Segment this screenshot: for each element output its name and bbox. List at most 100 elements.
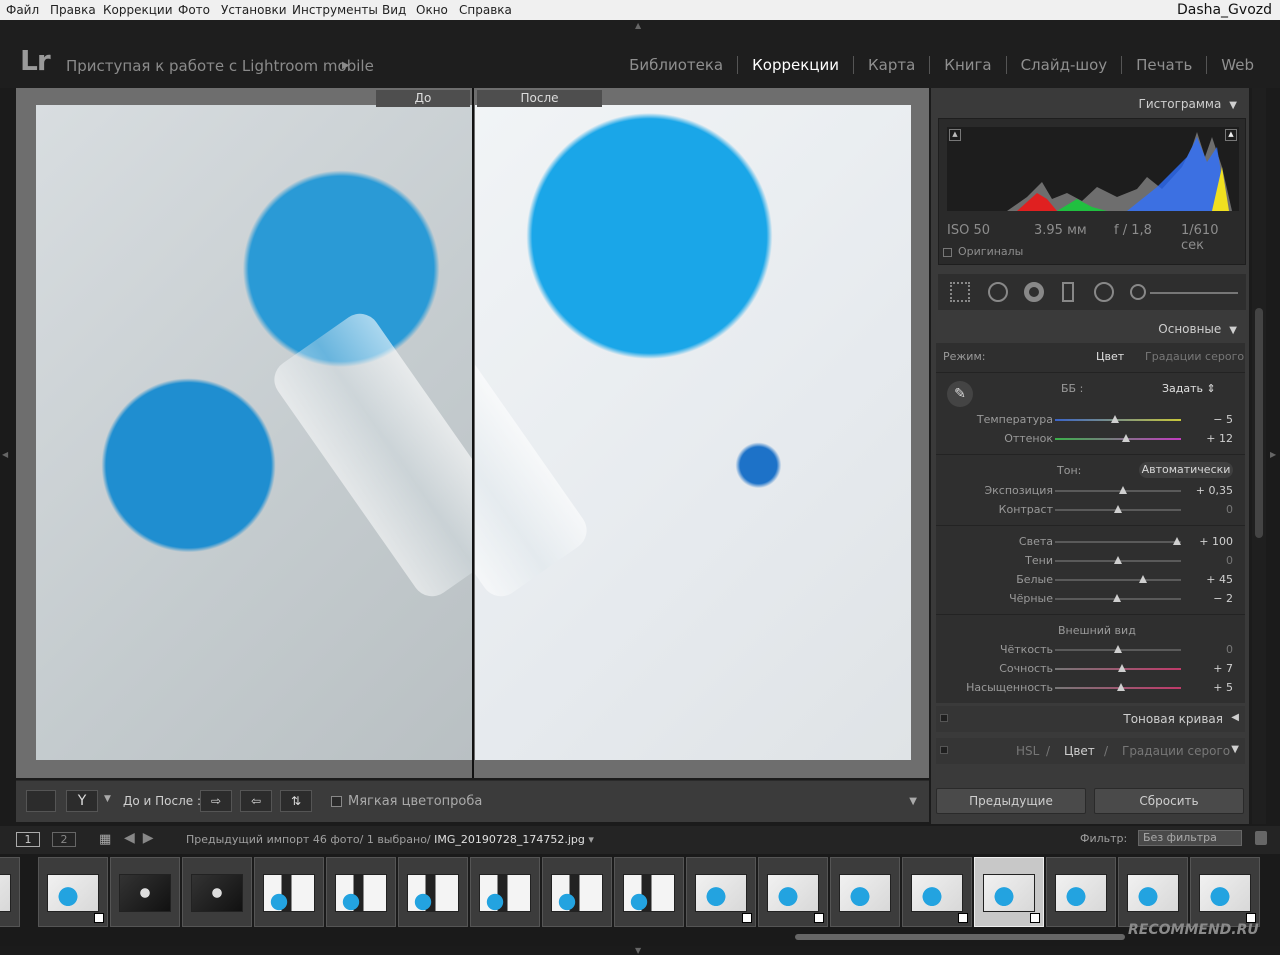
collapse-triangle-icon[interactable]: ▼ <box>1231 744 1239 755</box>
spot-removal-icon[interactable] <box>988 282 1008 302</box>
toolbar-menu-icon[interactable]: ▼ <box>909 796 917 807</box>
slider-thumb[interactable] <box>1173 537 1182 545</box>
menu-edit[interactable]: Правка <box>50 3 96 17</box>
temperature-value[interactable]: − 5 <box>1213 413 1233 426</box>
loupe-view-button[interactable] <box>26 790 56 812</box>
panel-toggle-icon[interactable] <box>940 746 948 754</box>
slider-thumb[interactable] <box>1117 664 1126 672</box>
collapse-left-arrow-icon[interactable]: ◀ <box>2 450 8 459</box>
previous-button[interactable]: Предыдущие <box>936 788 1086 814</box>
slider-thumb[interactable] <box>1121 434 1130 442</box>
view-dropdown-icon[interactable]: ▼ <box>104 794 111 804</box>
red-eye-icon[interactable] <box>1024 282 1044 302</box>
exposure-slider[interactable] <box>1055 486 1181 494</box>
hsl-tab[interactable]: HSL <box>1016 744 1039 758</box>
menu-tools[interactable]: Инструменты <box>292 3 378 17</box>
tint-slider[interactable] <box>1055 434 1181 442</box>
menu-window[interactable]: Окно <box>416 3 448 17</box>
slider-thumb[interactable] <box>1139 575 1148 583</box>
tone-curve-header[interactable]: Тоновая кривая ◀ <box>936 706 1245 732</box>
dropdown-triangle-icon[interactable]: ▾ <box>588 833 594 846</box>
eyedropper-icon[interactable]: ✎ <box>947 381 973 407</box>
treatment-gray-option[interactable]: Градации серого <box>1145 350 1244 363</box>
blacks-value[interactable]: − 2 <box>1213 592 1233 605</box>
swap-before-after-button[interactable]: ⇅ <box>280 790 312 812</box>
menu-file[interactable]: Файл <box>6 3 39 17</box>
module-develop[interactable]: Коррекции <box>738 56 853 74</box>
module-map[interactable]: Карта <box>854 56 929 74</box>
collapse-triangle-icon[interactable]: ▼ <box>1229 325 1237 336</box>
collapse-top-arrow-icon[interactable]: ▲ <box>635 21 641 30</box>
clarity-slider[interactable] <box>1055 645 1181 653</box>
clarity-value[interactable]: 0 <box>1226 643 1233 656</box>
filmstrip-source[interactable]: Предыдущий импорт 46 фото/ 1 выбрано/ IM… <box>186 833 594 846</box>
filmstrip-thumbnail-selected[interactable] <box>974 857 1044 927</box>
menu-settings[interactable]: Установки <box>221 3 287 17</box>
blacks-slider[interactable] <box>1055 594 1181 602</box>
treatment-color-option[interactable]: Цвет <box>1096 350 1124 363</box>
grayscale-tab[interactable]: Градации серого <box>1122 744 1230 758</box>
histogram-header[interactable]: Гистограмма ▼ <box>1139 97 1237 111</box>
color-tab[interactable]: Цвет <box>1064 744 1095 758</box>
saturation-value[interactable]: + 5 <box>1213 681 1233 694</box>
radial-filter-icon[interactable] <box>1094 282 1114 302</box>
basic-header[interactable]: Основные ▼ <box>1158 322 1237 336</box>
filmstrip-thumbnail[interactable] <box>1118 857 1188 927</box>
slider-thumb[interactable] <box>1114 645 1122 653</box>
contrast-slider[interactable] <box>1055 505 1181 513</box>
collapse-bottom-arrow-icon[interactable]: ▼ <box>635 946 641 955</box>
shadows-value[interactable]: 0 <box>1226 554 1233 567</box>
second-window-button[interactable]: 2 <box>52 832 76 847</box>
filmstrip-thumbnail[interactable] <box>38 857 108 927</box>
filmstrip-thumbnail[interactable] <box>830 857 900 927</box>
whites-slider[interactable] <box>1055 575 1181 583</box>
exposure-value[interactable]: + 0,35 <box>1196 484 1233 497</box>
scroll-thumb[interactable] <box>1255 308 1263 538</box>
filmstrip-thumbnail[interactable] <box>614 857 684 927</box>
grid-view-icon[interactable]: ▦ <box>99 832 111 847</box>
filter-select[interactable]: Без фильтра <box>1138 830 1242 846</box>
main-window-button[interactable]: 1 <box>16 832 40 847</box>
expand-triangle-icon[interactable]: ◀ <box>1231 712 1239 723</box>
reset-button[interactable]: Сбросить <box>1094 788 1244 814</box>
filmstrip-thumbnail[interactable] <box>1190 857 1260 927</box>
highlights-slider[interactable] <box>1055 537 1182 545</box>
auto-tone-button[interactable]: Автоматически <box>1139 462 1233 478</box>
filmstrip-thumbnail[interactable] <box>398 857 468 927</box>
show-originals-checkbox[interactable] <box>943 248 952 257</box>
whites-value[interactable]: + 45 <box>1206 573 1233 586</box>
filmstrip-thumbnail[interactable] <box>758 857 828 927</box>
hsl-header[interactable]: HSL / Цвет / Градации серого ▼ <box>936 738 1245 764</box>
menu-view[interactable]: Вид <box>382 3 406 17</box>
slider-thumb[interactable] <box>1114 556 1122 564</box>
collapse-triangle-icon[interactable]: ▼ <box>1229 100 1237 111</box>
menu-photo[interactable]: Фото <box>178 3 210 17</box>
filmstrip-thumbnail[interactable] <box>110 857 180 927</box>
highlight-clip-icon[interactable]: ▲ <box>1225 129 1237 141</box>
filmstrip-thumbnail[interactable] <box>254 857 324 927</box>
menu-develop[interactable]: Коррекции <box>103 3 173 17</box>
temperature-slider[interactable] <box>1055 415 1181 423</box>
brush-icon[interactable] <box>1130 284 1146 300</box>
slider-thumb[interactable] <box>1119 486 1128 494</box>
filmstrip-thumbnail[interactable] <box>470 857 540 927</box>
slider-thumb[interactable] <box>1111 415 1120 423</box>
graduated-filter-icon[interactable] <box>1062 282 1074 302</box>
vibrance-value[interactable]: + 7 <box>1213 662 1233 675</box>
slider-thumb[interactable] <box>1114 505 1122 513</box>
right-panel-scrollbar[interactable] <box>1252 88 1266 824</box>
filmstrip-thumbnail[interactable] <box>0 857 20 927</box>
copy-before-to-after-button[interactable]: ⇨ <box>200 790 232 812</box>
before-after-view-button[interactable]: Y <box>66 790 98 812</box>
highlights-value[interactable]: + 100 <box>1199 535 1233 548</box>
brush-size-slider[interactable] <box>1150 292 1238 294</box>
filmstrip-thumbnail[interactable] <box>542 857 612 927</box>
shadow-clip-icon[interactable]: ▲ <box>949 129 961 141</box>
module-slideshow[interactable]: Слайд-шоу <box>1007 56 1122 74</box>
menu-help[interactable]: Справка <box>459 3 512 17</box>
tint-value[interactable]: + 12 <box>1206 432 1233 445</box>
filmstrip-thumbnail[interactable] <box>902 857 972 927</box>
getting-started-link[interactable]: Приступая к работе с Lightroom mobile <box>66 57 374 75</box>
slider-thumb[interactable] <box>1112 594 1121 602</box>
module-web[interactable]: Web <box>1207 56 1268 74</box>
